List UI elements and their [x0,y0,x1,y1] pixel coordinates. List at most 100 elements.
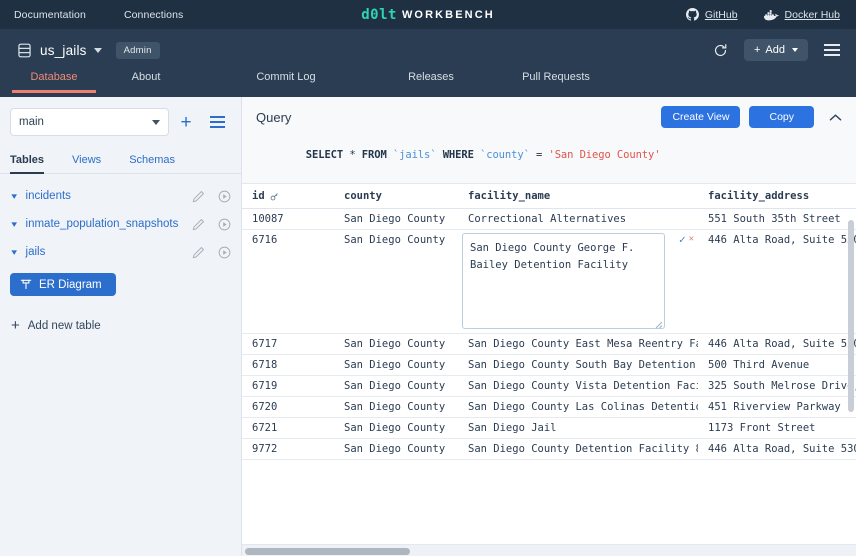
tab-releases[interactable]: Releases [366,71,496,90]
subtab-views[interactable]: Views [72,154,101,173]
database-nav-tabs: Database About Commit Log Releases Pull … [0,71,856,97]
cell-facility-name[interactable]: San Diego County Vista Detention Facili… [458,375,698,397]
collapse-chevron-up-icon[interactable] [829,111,842,124]
sql-token: `county` [473,149,537,161]
cell-facility-address[interactable]: 1173 Front Street [698,417,856,439]
cell-facility-name-editing[interactable]: ✓ ✕ [458,229,698,334]
sql-token: * [343,149,362,161]
cell-facility-name[interactable]: San Diego County South Bay Detention Fa… [458,354,698,376]
cell-county[interactable]: San Diego County [334,375,458,397]
cell-id[interactable]: 6720 [242,396,334,418]
logo-mark-text: d0lt [361,6,397,23]
cell-facility-address[interactable]: 500 Third Avenue [698,354,856,376]
cell-facility-address[interactable]: 446 Alta Road, Suite 5300 [698,438,856,460]
query-panel-header: Query Create View Copy [256,106,842,128]
cell-id[interactable]: 6719 [242,375,334,397]
vertical-scrollbar[interactable] [848,220,854,412]
tab-pull-requests[interactable]: Pull Requests [496,71,616,90]
cell-id[interactable]: 6717 [242,333,334,355]
cell-facility-address[interactable]: 325 South Melrose Drive, Sui [698,375,856,397]
horizontal-scrollbar-track[interactable] [242,544,856,556]
tab-commit-log[interactable]: Commit Log [206,71,366,90]
cell-id[interactable]: 6721 [242,417,334,439]
edit-pencil-icon[interactable] [192,246,205,259]
chevron-down-icon[interactable]: ▾ [11,219,17,229]
table-row-editing[interactable]: 6716 San Diego County ✓ ✕ [242,229,856,334]
query-panel: Query Create View Copy SELECT * FROM `ja… [242,97,856,184]
new-query-button[interactable]: + [169,113,203,132]
chevron-down-icon[interactable]: ▾ [11,247,17,257]
cell-id[interactable]: 9772 [242,438,334,460]
subtab-schemas[interactable]: Schemas [129,154,175,173]
table-row[interactable]: 6717 San Diego County San Diego County E… [242,333,856,355]
tab-database[interactable]: Database [12,71,96,93]
column-header-county[interactable]: county [334,184,458,209]
chevron-down-icon[interactable]: ▾ [11,191,17,201]
column-header-facility-name[interactable]: facility_name [458,184,698,209]
cell-id[interactable]: 6716 [242,229,334,334]
er-diagram-icon [20,279,32,290]
er-diagram-button[interactable]: ER Diagram [10,273,116,296]
docker-hub-link[interactable]: Docker Hub [763,9,840,21]
cell-facility-address[interactable]: 446 Alta Road, Suite 5200 [698,333,856,355]
cell-edit-textarea[interactable] [462,233,665,329]
results-grid-container: id county facility_name facility_address [242,184,856,556]
column-header-id[interactable]: id [242,184,334,209]
cell-county[interactable]: San Diego County [334,229,458,334]
refresh-icon[interactable] [713,43,728,58]
confirm-check-icon[interactable]: ✓ [679,234,686,245]
table-list-item-jails[interactable]: ▾ jails [0,238,241,266]
cell-facility-name[interactable]: San Diego County East Mesa Reentry Faci… [458,333,698,355]
cell-facility-address[interactable]: 451 Riverview Parkway [698,396,856,418]
github-link[interactable]: GitHub [685,8,738,21]
cell-county[interactable]: San Diego County [334,333,458,355]
cell-id[interactable]: 6718 [242,354,334,376]
run-query-icon[interactable] [218,190,231,203]
cell-county[interactable]: San Diego County [334,438,458,460]
edit-pencil-icon[interactable] [192,190,205,203]
cell-county[interactable]: San Diego County [334,208,458,230]
branch-selector[interactable]: main [10,108,169,136]
table-row[interactable]: 6720 San Diego County San Diego County L… [242,396,856,418]
database-name[interactable]: us_jails [40,43,87,58]
table-row[interactable]: 6718 San Diego County San Diego County S… [242,354,856,376]
cell-facility-name[interactable]: San Diego County Detention Facility 8 [458,438,698,460]
cell-facility-name[interactable]: San Diego Jail [458,417,698,439]
sidebar-menu-icon[interactable] [203,116,231,128]
subtab-tables[interactable]: Tables [10,154,45,174]
table-row[interactable]: 6719 San Diego County San Diego County V… [242,375,856,397]
cell-facility-name[interactable]: San Diego County Las Colinas Detention … [458,396,698,418]
run-query-icon[interactable] [218,246,231,259]
cell-facility-name[interactable]: Correctional Alternatives [458,208,698,230]
cancel-close-icon[interactable]: ✕ [689,235,694,244]
connections-link[interactable]: Connections [124,9,183,21]
tab-about[interactable]: About [86,71,206,90]
documentation-link[interactable]: Documentation [14,9,86,21]
menu-icon[interactable] [824,44,840,56]
github-icon [685,8,699,21]
table-row[interactable]: 10087 San Diego County Correctional Alte… [242,208,856,230]
run-query-icon[interactable] [218,218,231,231]
cell-county[interactable]: San Diego County [334,354,458,376]
table-row[interactable]: 9772 San Diego County San Diego County D… [242,438,856,460]
cell-facility-address[interactable]: 551 South 35th Street [698,208,856,230]
add-new-table-button[interactable]: + Add new table [0,296,241,333]
edit-pencil-icon[interactable] [192,218,205,231]
cell-facility-address[interactable]: 446 Alta Road, Suite 5300 [698,229,856,334]
sql-statement[interactable]: SELECT * FROM `jails` WHERE `county` = '… [256,137,842,173]
add-new-table-label: Add new table [27,319,101,332]
chevron-down-icon[interactable] [93,47,102,53]
table-list-item-inmate-population-snapshots[interactable]: ▾ inmate_population_snapshots [0,210,241,238]
cell-county[interactable]: San Diego County [334,396,458,418]
copy-button[interactable]: Copy [749,106,814,128]
add-button[interactable]: + Add [743,39,808,61]
primary-key-icon [270,192,279,201]
cell-id[interactable]: 10087 [242,208,334,230]
table-list-item-incidents[interactable]: ▾ incidents [0,182,241,210]
cell-county[interactable]: San Diego County [334,417,458,439]
table-row[interactable]: 6721 San Diego County San Diego Jail 117… [242,417,856,439]
table-row-actions [192,190,231,203]
horizontal-scrollbar-thumb[interactable] [245,548,410,555]
column-header-facility-address[interactable]: facility_address [698,184,856,209]
create-view-button[interactable]: Create View [661,106,741,128]
